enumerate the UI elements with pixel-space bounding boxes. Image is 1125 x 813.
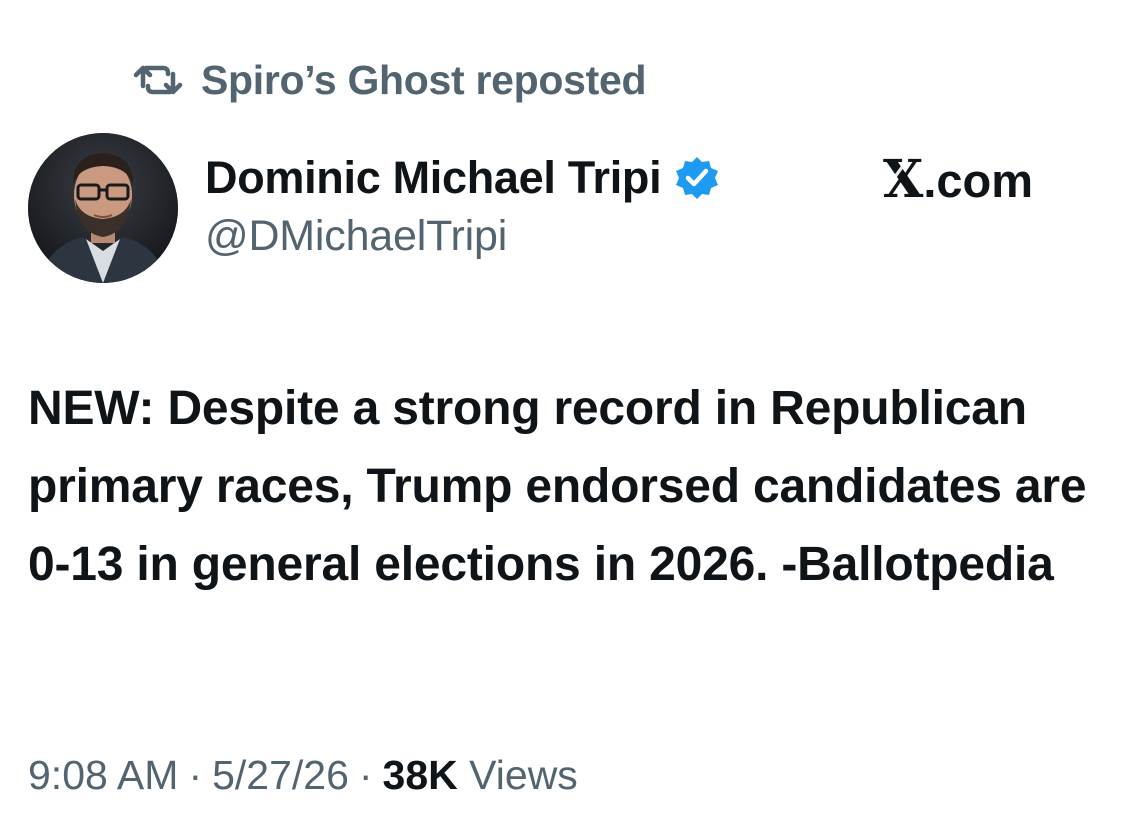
x-logo-icon: X xyxy=(883,149,924,210)
tweet-meta: 9:08 AM · 5/27/26 · 38K Views xyxy=(28,752,578,799)
x-brand-logo: X .com xyxy=(883,152,1033,208)
avatar[interactable] xyxy=(28,133,178,283)
repost-text[interactable]: Spiro’s Ghost reposted xyxy=(201,57,647,104)
profile-photo xyxy=(28,133,178,283)
user-handle[interactable]: @DMichaelTripi xyxy=(205,212,721,261)
brand-domain: .com xyxy=(923,153,1034,207)
tweet-text: NEW: Despite a strong record in Republic… xyxy=(28,382,1087,591)
meta-separator: · xyxy=(358,752,373,798)
tweet-date[interactable]: 5/27/26 xyxy=(212,752,349,799)
views-group[interactable]: 38K Views xyxy=(383,752,578,799)
author-info: Dominic Michael Tripi @DMichaelTripi xyxy=(205,148,721,261)
views-count: 38K xyxy=(382,752,458,798)
tweet-time[interactable]: 9:08 AM xyxy=(28,752,178,799)
display-name[interactable]: Dominic Michael Tripi xyxy=(205,152,662,204)
verified-badge-icon[interactable] xyxy=(673,154,721,202)
name-row: Dominic Michael Tripi xyxy=(205,148,721,208)
repost-indicator[interactable]: Spiro’s Ghost reposted xyxy=(133,55,647,105)
repost-icon xyxy=(133,60,183,100)
views-label: Views xyxy=(469,752,578,798)
meta-separator: · xyxy=(188,752,203,798)
